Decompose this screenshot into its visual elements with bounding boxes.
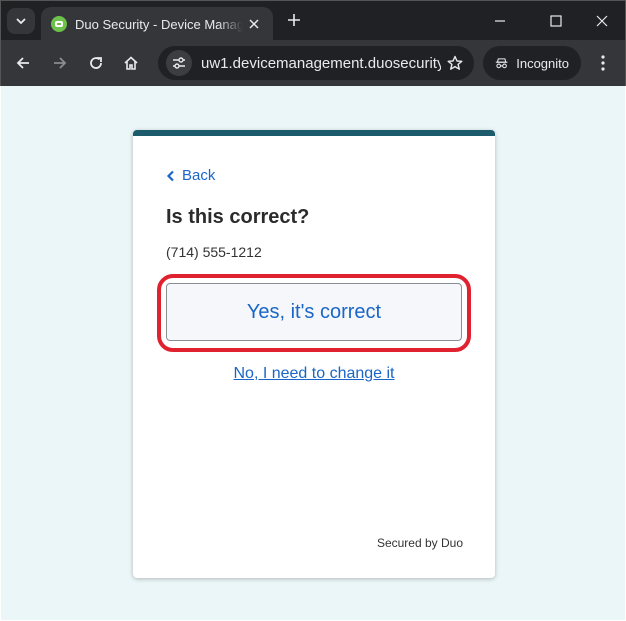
reload-icon — [90, 57, 102, 69]
minimize-icon — [495, 20, 505, 22]
page-title: Is this correct? — [166, 206, 310, 228]
incognito-label: Incognito — [516, 55, 569, 71]
incognito-icon — [495, 58, 508, 69]
address-bar[interactable]: uw1.devicemanagement.duosecurity.... — [158, 46, 474, 80]
back-link[interactable]: Back — [166, 167, 215, 184]
tab-title: Duo Security - Device Management — [75, 16, 243, 32]
new-tab-button[interactable] — [283, 9, 305, 31]
home-button[interactable] — [119, 51, 143, 75]
close-icon — [249, 19, 259, 29]
browser-tab[interactable]: Duo Security - Device Management — [41, 7, 273, 41]
forward-nav-button[interactable] — [48, 51, 72, 75]
back-label: Back — [182, 167, 216, 184]
browser-titlebar: Duo Security - Device Management — [0, 0, 626, 41]
plus-icon — [288, 14, 300, 26]
maximize-icon — [550, 15, 562, 27]
tab-search-button[interactable] — [7, 8, 35, 34]
close-window-button[interactable] — [579, 1, 625, 41]
back-nav-button[interactable] — [11, 51, 35, 75]
close-icon — [596, 15, 608, 27]
arrow-left-icon — [16, 57, 29, 69]
duo-card: Back Is this correct? (714) 555-1212 Yes… — [133, 130, 495, 578]
change-number-link[interactable]: No, I need to change it — [234, 365, 395, 382]
url-text[interactable]: uw1.devicemanagement.duosecurity.... — [201, 55, 441, 72]
chevron-down-icon — [16, 18, 26, 25]
minimize-button[interactable] — [477, 1, 523, 41]
incognito-badge[interactable]: Incognito — [483, 46, 581, 80]
phone-number: (714) 555-1212 — [166, 244, 262, 260]
site-info-button[interactable] — [166, 50, 192, 76]
browser-menu-button[interactable] — [593, 51, 613, 75]
tune-icon — [173, 57, 185, 69]
more-vertical-icon — [601, 55, 605, 71]
chevron-left-icon — [166, 170, 180, 182]
browser-toolbar: uw1.devicemanagement.duosecurity.... Inc… — [0, 40, 626, 86]
duo-favicon-icon — [51, 16, 67, 32]
page-content: Back Is this correct? (714) 555-1212 Yes… — [1, 86, 625, 620]
bookmark-button[interactable] — [444, 55, 466, 71]
tab-close-button[interactable] — [245, 16, 263, 32]
home-icon — [124, 56, 138, 70]
reload-button[interactable] — [84, 51, 108, 75]
secured-by-footer: Secured by Duo — [376, 536, 463, 550]
star-icon — [447, 55, 463, 70]
confirm-button[interactable]: Yes, it's correct — [166, 283, 462, 341]
change-link-row: No, I need to change it — [133, 365, 495, 383]
arrow-right-icon — [54, 57, 67, 69]
maximize-button[interactable] — [533, 1, 579, 41]
